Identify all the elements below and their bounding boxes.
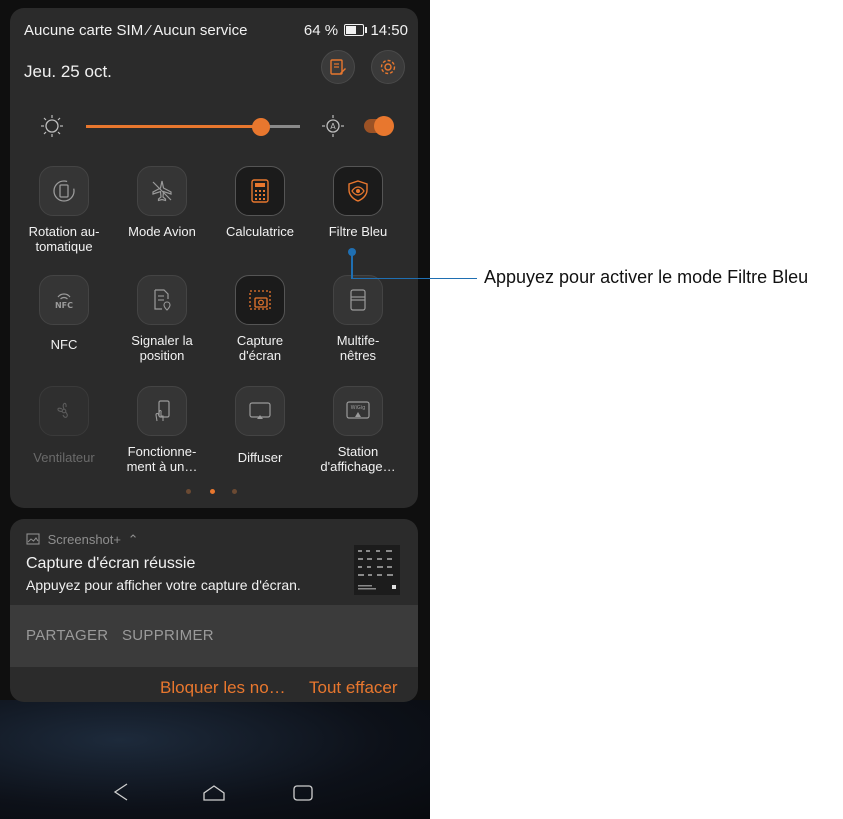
tile-icon-frame [137, 386, 187, 436]
tile-icon-frame [333, 166, 383, 216]
toggle-knob [374, 116, 394, 136]
date-label: Jeu. 25 oct. [24, 62, 112, 81]
thumbnail-preview [354, 545, 400, 595]
tile-label: Diffuser [237, 450, 283, 465]
tile-label: Ventilateur [33, 450, 95, 465]
callout-line-vertical [351, 252, 353, 279]
screenshot-thumbnail[interactable] [354, 545, 400, 595]
tile-cast[interactable]: Diffuser [212, 386, 308, 465]
auto-rotate-icon [53, 180, 75, 202]
tile-icon-frame [333, 275, 383, 325]
image-icon [26, 533, 40, 545]
tile-multiwindow[interactable]: Multife- nêtres [310, 275, 406, 363]
tile-airplane-mode[interactable]: Mode Avion [114, 166, 210, 239]
tile-icon-frame [39, 386, 89, 436]
calculator-icon [251, 179, 269, 203]
tile-label: Calculatrice [226, 224, 294, 239]
tile-fan[interactable]: Ventilateur [16, 386, 112, 465]
tile-icon-frame [235, 275, 285, 325]
tile-one-hand[interactable]: Fonctionne- ment à un… [114, 386, 210, 474]
one-hand-icon [155, 400, 170, 422]
home-icon[interactable] [202, 784, 226, 802]
status-bar: Aucune carte SIM ⁄ Aucun service 64 % 14… [24, 22, 408, 42]
edit-button[interactable] [321, 50, 355, 84]
tile-screenshot[interactable]: Capture d'écran [212, 275, 308, 363]
block-notifications-button[interactable]: Bloquer les no… [160, 678, 286, 698]
gear-icon [380, 59, 396, 75]
navigation-bar [0, 780, 430, 810]
settings-button[interactable] [371, 50, 405, 84]
svg-text:NFC: NFC [55, 301, 73, 310]
tile-auto-rotate[interactable]: Rotation au- tomatique [16, 166, 112, 254]
back-icon[interactable] [112, 782, 130, 802]
tile-icon-frame [235, 166, 285, 216]
tile-icon-frame [137, 275, 187, 325]
notification-app-name: Screenshot+ [47, 532, 121, 547]
notification-title: Capture d'écran réussie [26, 555, 196, 572]
svg-text:A: A [330, 122, 336, 131]
share-button[interactable]: PARTAGER [26, 627, 108, 644]
brightness-row: A [40, 110, 410, 144]
callout-label: Appuyez pour activer le mode Filtre Bleu [484, 267, 809, 287]
tile-calculator[interactable]: Calculatrice [212, 166, 308, 239]
chevron-up-icon[interactable]: ⌃ [128, 532, 139, 547]
tile-icon-frame [137, 166, 187, 216]
tile-label: Multife- nêtres [336, 333, 380, 363]
eye-shield-icon [348, 180, 368, 202]
brightness-low-icon [41, 115, 63, 137]
notification-body: Appuyez pour afficher votre capture d'éc… [26, 577, 301, 593]
recents-icon[interactable] [292, 784, 314, 802]
battery-icon [344, 24, 368, 36]
airplane-icon [152, 180, 172, 202]
clear-all-button[interactable]: Tout effacer [309, 678, 398, 698]
page-dot-active[interactable] [210, 489, 215, 494]
tile-icon-frame [235, 386, 285, 436]
multiwindow-icon [350, 289, 366, 311]
auto-brightness-toggle[interactable] [364, 116, 394, 136]
page-indicator [186, 489, 246, 495]
tile-nfc[interactable]: NFC NFC [16, 275, 112, 352]
auto-brightness-icon: A [322, 115, 344, 137]
tile-icon-frame [39, 166, 89, 216]
screenshot-icon [249, 290, 271, 310]
callout-line-horizontal [351, 278, 477, 279]
tile-label: Rotation au- tomatique [28, 224, 100, 254]
svg-text:WiGig: WiGig [351, 405, 366, 411]
battery-percent: 64 % [303, 22, 339, 39]
page-dot[interactable] [232, 489, 237, 494]
brightness-slider[interactable] [86, 118, 300, 136]
screenshot-notification[interactable]: Screenshot+ ⌃ Capture d'écran réussie Ap… [10, 519, 418, 702]
tile-label: Capture d'écran [236, 333, 284, 363]
tile-wigig-dock[interactable]: WiGig Station d'affichage… [310, 386, 406, 474]
brightness-slider-fill [86, 125, 261, 128]
tile-label: Fonctionne- ment à un… [126, 444, 198, 474]
cast-icon [249, 402, 271, 419]
tile-icon-frame: WiGig [333, 386, 383, 436]
phone-screen: Aucune carte SIM ⁄ Aucun service 64 % 14… [0, 0, 430, 819]
nfc-icon: NFC [55, 293, 73, 310]
location-report-icon [154, 289, 171, 311]
carrier-text: Aucune carte SIM ⁄ Aucun service [24, 22, 248, 39]
notification-app-header[interactable]: Screenshot+ ⌃ [26, 532, 139, 548]
tile-label: Filtre Bleu [328, 224, 388, 239]
wigig-icon: WiGig [346, 401, 370, 419]
fan-icon [57, 402, 68, 418]
tile-label: Signaler la position [131, 333, 193, 363]
tile-label: NFC [50, 337, 78, 352]
clock: 14:50 [370, 22, 408, 39]
tile-label: Station d'affichage… [320, 444, 396, 474]
edit-list-icon [330, 59, 346, 75]
tile-icon-frame: NFC [39, 275, 89, 325]
tile-blue-filter[interactable]: Filtre Bleu [310, 166, 406, 239]
tile-label: Mode Avion [128, 224, 196, 239]
page-dot[interactable] [186, 489, 191, 494]
delete-button[interactable]: SUPPRIMER [122, 627, 214, 644]
brightness-slider-thumb[interactable] [252, 118, 270, 136]
status-right: 64 % 14:50 [304, 22, 408, 39]
notification-actions: PARTAGER SUPPRIMER [10, 605, 418, 667]
tile-report-location[interactable]: Signaler la position [114, 275, 210, 363]
